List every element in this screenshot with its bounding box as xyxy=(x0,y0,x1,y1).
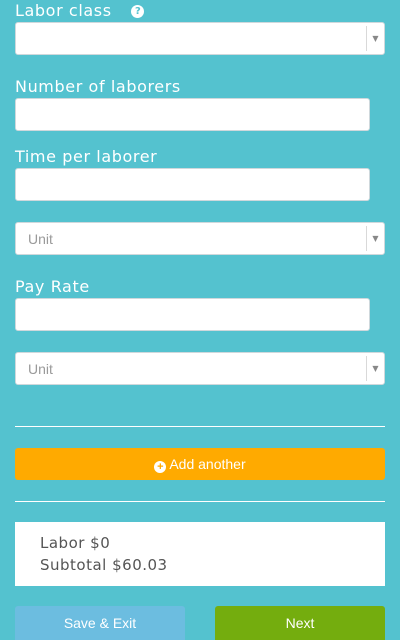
save-exit-button[interactable]: Save & Exit xyxy=(15,606,185,640)
labor-class-select[interactable]: ▼ xyxy=(15,22,385,55)
pay-rate-label: Pay Rate xyxy=(15,277,90,296)
time-unit-placeholder: Unit xyxy=(28,231,53,247)
caret-down-icon[interactable]: ▼ xyxy=(366,356,384,381)
time-per-laborer-label: Time per laborer xyxy=(15,147,158,166)
number-of-laborers-input[interactable] xyxy=(15,98,370,131)
caret-down-icon[interactable]: ▼ xyxy=(366,226,384,251)
divider-bottom xyxy=(15,501,385,502)
pay-unit-select[interactable]: Unit ▼ xyxy=(15,352,385,385)
labor-total: Labor $0 xyxy=(40,534,111,552)
add-another-label: Add another xyxy=(169,456,246,472)
subtotal: Subtotal $60.03 xyxy=(40,556,168,574)
plus-circle-icon: + xyxy=(154,461,167,473)
divider-top xyxy=(15,426,385,427)
question-circle-icon[interactable]: ? xyxy=(131,5,145,18)
time-per-laborer-input[interactable] xyxy=(15,168,370,201)
add-another-button[interactable]: + Add another xyxy=(15,448,385,480)
pay-rate-input[interactable] xyxy=(15,298,370,331)
summary-panel: Labor $0 Subtotal $60.03 xyxy=(15,522,385,586)
caret-down-icon[interactable]: ▼ xyxy=(366,26,384,51)
pay-unit-placeholder: Unit xyxy=(28,361,53,377)
number-of-laborers-label: Number of laborers xyxy=(15,77,181,96)
time-unit-select[interactable]: Unit ▼ xyxy=(15,222,385,255)
next-button[interactable]: Next xyxy=(215,606,385,640)
labor-class-label: Labor class ? xyxy=(15,1,145,20)
labor-class-label-text: Labor class xyxy=(15,1,112,20)
